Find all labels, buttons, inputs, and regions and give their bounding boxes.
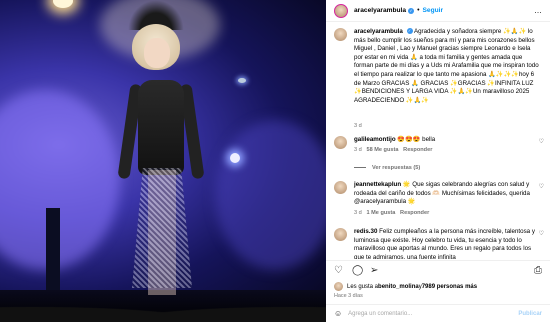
spotlight [238, 78, 246, 83]
list-item: galileamontijo 😍😍😍 bella ♡ 3 d 58 Me gus… [334, 136, 544, 176]
add-comment-bar: ☺ Agrega un comentario... Publicar [326, 304, 550, 322]
avatar[interactable] [334, 3, 348, 18]
list-item: redis.30 Feliz cumpleaños a la persona m… [334, 228, 544, 259]
comment-body: Feliz cumpleaños a la persona más increí… [354, 228, 535, 259]
performer-mesh-skirt [132, 168, 192, 288]
caption-text: aracelyarambula ✓ Agradecida y soñadora … [354, 28, 540, 105]
performer [110, 0, 220, 322]
separator-dot: • [417, 7, 420, 14]
stage-light [215, 120, 326, 270]
caption-body: Agradecida y soñadora siempre ✨🙏✨ lo más… [354, 28, 539, 104]
likes-count[interactable]: 7989 personas más [422, 284, 477, 290]
comment-input[interactable]: Agrega un comentario... [348, 311, 412, 317]
comment-like-icon[interactable]: ♡ [539, 230, 544, 237]
spotlight [53, 0, 73, 8]
avatar[interactable] [334, 136, 347, 149]
comment-time: 3 d [354, 210, 362, 216]
comment-username[interactable]: galileamontijo [354, 136, 396, 143]
post-time: Hace 3 días [334, 293, 363, 299]
view-replies-button[interactable]: Ver respuestas (5) [354, 165, 420, 171]
author-username[interactable]: aracelyarambula [354, 7, 406, 14]
stage-light [0, 90, 120, 270]
follow-button[interactable]: Seguir [423, 7, 444, 14]
comment-text: redis.30 Feliz cumpleaños a la persona m… [354, 228, 540, 259]
list-item: jeannettekaplun 🌟 Que sigas celebrando a… [334, 181, 544, 223]
more-options-icon[interactable]: … [534, 6, 542, 15]
avatar[interactable] [334, 228, 347, 241]
comment-meta: 3 d 1 Me gusta Responder [354, 210, 429, 216]
likes-prefix: Les gusta a [347, 283, 379, 290]
performer-corset [138, 80, 184, 175]
verified-badge-icon: ✓ [406, 28, 413, 35]
post-photo[interactable] [0, 0, 326, 322]
comment-like-icon[interactable]: ♡ [539, 138, 544, 145]
like-icon[interactable]: ♡ [334, 265, 343, 277]
likes-summary: Les gusta a benito_molina y 7989 persona… [334, 282, 477, 291]
comment-text: jeannettekaplun 🌟 Que sigas celebrando a… [354, 181, 540, 207]
caption-time: 3 d [354, 123, 362, 129]
likes-user[interactable]: benito_molina [378, 284, 419, 290]
comment-time: 3 d [354, 147, 362, 153]
comment-likes[interactable]: 1 Me gusta [366, 210, 395, 216]
reply-button[interactable]: Responder [403, 147, 432, 153]
spotlight [230, 153, 240, 163]
comment-username[interactable]: redis.30 [354, 228, 377, 235]
comment-like-icon[interactable]: ♡ [539, 183, 544, 190]
comment-body: 😍😍😍 bella [397, 136, 436, 143]
comment-likes[interactable]: 58 Me gusta [366, 147, 398, 153]
save-icon[interactable]: ⎙ [534, 265, 542, 277]
audience-silhouettes [0, 296, 326, 322]
share-icon[interactable]: ➢ [370, 265, 378, 277]
comment-meta: 3 d 58 Me gusta Responder [354, 147, 432, 153]
comments-list[interactable]: aracelyarambula ✓ Agradecida y soñadora … [326, 23, 550, 259]
verified-badge-icon: ✓ [408, 7, 415, 14]
post-details-panel: aracelyarambula ✓ • Seguir … aracelyaram… [326, 0, 550, 322]
comment-icon[interactable]: ◯ [352, 265, 363, 277]
publish-button[interactable]: Publicar [518, 311, 542, 317]
performer-face [144, 38, 170, 68]
caption: aracelyarambula ✓ Agradecida y soñadora … [334, 28, 544, 129]
avatar[interactable] [334, 282, 343, 291]
comment-text: galileamontijo 😍😍😍 bella [354, 136, 540, 145]
post-header: aracelyarambula ✓ • Seguir … [326, 0, 550, 22]
comment-username[interactable]: jeannettekaplun [354, 181, 401, 188]
avatar[interactable] [334, 181, 347, 194]
emoji-icon[interactable]: ☺ [334, 309, 342, 318]
reply-button[interactable]: Responder [400, 210, 429, 216]
caption-username[interactable]: aracelyarambula [354, 28, 403, 35]
post-actions-bar: ♡ ◯ ➢ ⎙ [326, 260, 550, 280]
avatar[interactable] [334, 28, 347, 41]
